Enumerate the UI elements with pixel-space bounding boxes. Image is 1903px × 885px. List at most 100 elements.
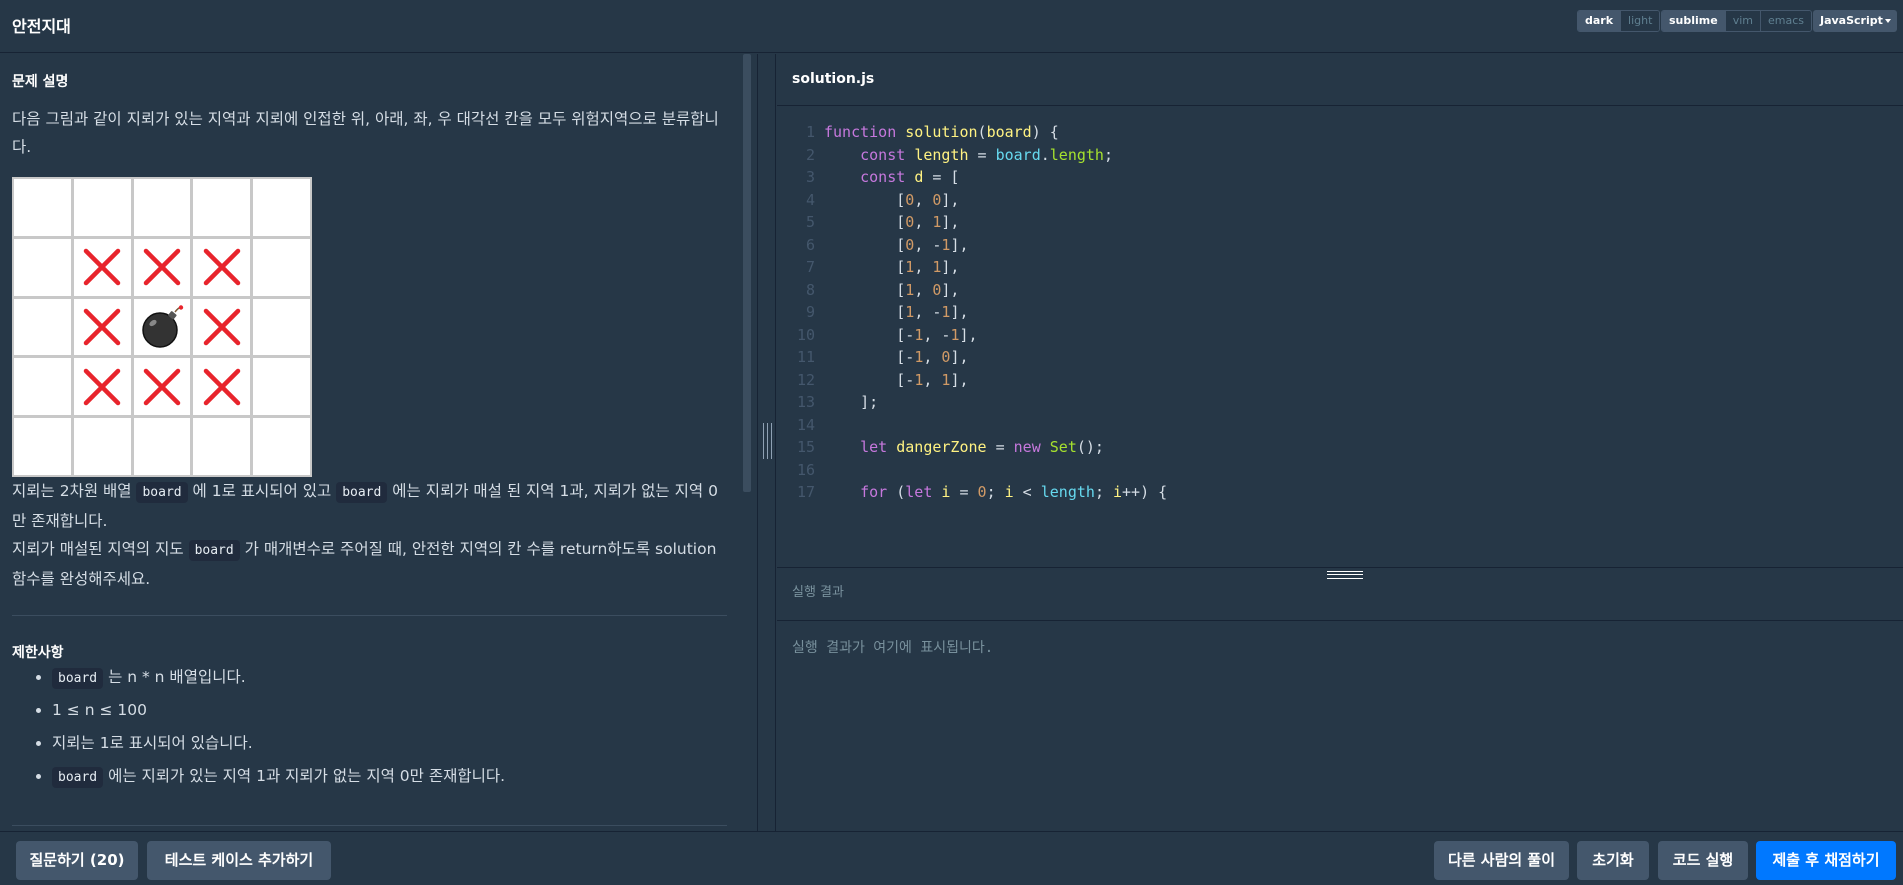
file-tab[interactable]: solution.js xyxy=(792,71,874,87)
keymap-toggle[interactable]: sublime vim emacs xyxy=(1661,10,1813,32)
theme-option-light[interactable]: light xyxy=(1620,11,1660,31)
line-number: 1 xyxy=(805,123,815,141)
grid-cell xyxy=(253,298,310,356)
code-token: ], xyxy=(959,325,978,344)
code-token: = xyxy=(968,145,996,164)
code-token: = xyxy=(986,438,1014,456)
line-number: 5 xyxy=(805,213,815,231)
desc2-part-a: 지뢰가 매설된 지역의 지도 xyxy=(12,540,189,558)
code-token: [ xyxy=(824,280,906,299)
code-token: function xyxy=(824,123,906,141)
grid-cell xyxy=(193,238,251,296)
code-token: , xyxy=(914,213,933,231)
line-number: 13 xyxy=(796,393,815,411)
code-token: , xyxy=(923,348,942,366)
code-token: ) { xyxy=(1031,123,1059,141)
code-token: board xyxy=(995,145,1041,164)
code-token: [ xyxy=(824,235,906,254)
theme-option-dark[interactable]: dark xyxy=(1578,11,1621,31)
others-solutions-button[interactable]: 다른 사람의 풀이 xyxy=(1434,841,1569,880)
grid-cell xyxy=(133,238,191,296)
add-testcase-button[interactable]: 테스트 케이스 추가하기 xyxy=(147,841,331,880)
grid-cell xyxy=(14,418,71,475)
line-number: 7 xyxy=(805,258,815,276)
problem-panel[interactable]: 문제 설명 다음 그림과 같이 지뢰가 있는 지역과 지뢰에 인접한 위, 아래… xyxy=(0,54,757,831)
code-token: [ xyxy=(824,213,906,231)
code-token: i xyxy=(1004,483,1014,501)
grid-cell xyxy=(73,238,131,296)
desc1-part-a: 지뢰는 2차원 배열 xyxy=(12,482,137,500)
code-line: 12 [-1, 1], xyxy=(777,369,969,391)
grid-cell xyxy=(193,418,251,475)
reset-button[interactable]: 초기화 xyxy=(1577,841,1649,880)
grid-cell xyxy=(14,298,71,356)
bomb-icon xyxy=(142,305,184,348)
language-label: JavaScript xyxy=(1820,14,1883,27)
line-number: 3 xyxy=(805,168,815,186)
inline-code-board: board xyxy=(52,767,104,788)
code-token: 0 xyxy=(905,213,915,231)
theme-toggle[interactable]: dark light xyxy=(1577,10,1661,32)
desc2-wrap: 함수를 완성해주세요. xyxy=(12,570,151,588)
danger-x-icon xyxy=(203,308,241,346)
run-code-button[interactable]: 코드 실행 xyxy=(1658,841,1748,880)
code-line: 13 ]; xyxy=(777,391,878,413)
grid-cell xyxy=(133,298,191,356)
line-number: 9 xyxy=(805,303,815,321)
action-footer: 질문하기 (20) 테스트 케이스 추가하기 다른 사람의 풀이 초기화 코드 … xyxy=(0,831,1903,885)
constraint-text: 지뢰는 1로 표시되어 있습니다. xyxy=(52,734,253,752)
inline-code-board: board xyxy=(136,482,188,503)
code-line: 5 [0, 1], xyxy=(777,211,960,233)
danger-x-icon xyxy=(143,248,181,286)
code-token: , - xyxy=(914,303,942,321)
drag-handle-icon[interactable] xyxy=(1327,571,1363,579)
line-number: 15 xyxy=(796,438,815,456)
ask-question-button[interactable]: 질문하기 (20) xyxy=(16,841,138,880)
code-token: ], xyxy=(941,213,960,231)
code-line: 16 xyxy=(777,459,824,481)
code-token: ++) { xyxy=(1122,483,1168,501)
constraint-item: 지뢰는 1로 표시되어 있습니다. xyxy=(30,731,505,764)
problem-title: 안전지대 xyxy=(12,17,71,36)
intro-line: 다음 그림과 같이 지뢰가 있는 지역과 지뢰에 인접한 위, 아래, 좌, 우… xyxy=(12,110,719,128)
keymap-option-sublime[interactable]: sublime xyxy=(1662,11,1725,31)
code-token: 1 xyxy=(914,348,924,366)
code-token: ; xyxy=(1094,483,1113,501)
scrollbar-thumb[interactable] xyxy=(743,54,751,492)
grid-cell xyxy=(193,298,251,356)
line-number: 16 xyxy=(796,460,815,479)
panel-resizer[interactable] xyxy=(757,54,776,831)
code-token: = [ xyxy=(923,168,960,186)
keymap-option-emacs[interactable]: emacs xyxy=(1760,11,1812,31)
inline-code-board: board xyxy=(336,482,388,503)
drag-handle-icon[interactable] xyxy=(763,423,772,459)
line-number: 8 xyxy=(805,280,815,299)
constraint-item: board 는 n * n 배열입니다. xyxy=(30,665,505,698)
code-line: 9 [1, -1], xyxy=(777,301,969,323)
line-number: 17 xyxy=(796,483,815,501)
constraints-list: board 는 n * n 배열입니다. 1 ≤ n ≤ 100 지뢰는 1로 표시… xyxy=(30,665,505,797)
code-token: [- xyxy=(824,370,915,389)
section-divider xyxy=(12,825,727,826)
line-number: 12 xyxy=(796,370,815,389)
code-token: , xyxy=(914,280,933,299)
code-token: ( xyxy=(977,123,987,141)
code-editor[interactable]: 1 function solution(board) {2 const lengt… xyxy=(777,107,1903,566)
keymap-option-vim[interactable]: vim xyxy=(1724,11,1760,31)
code-token: const xyxy=(860,145,915,164)
code-token: < xyxy=(1013,483,1041,501)
result-header: 실행 결과 xyxy=(777,581,1903,621)
language-select[interactable]: JavaScript xyxy=(1813,10,1897,32)
result-resizer[interactable] xyxy=(777,567,1903,581)
grid-cell xyxy=(14,179,71,236)
submit-button[interactable]: 제출 후 채점하기 xyxy=(1756,841,1896,880)
grid-cell xyxy=(193,179,251,236)
description-text-1: 지뢰는 2차원 배열 board 에 1로 표시되어 있고 board 에는 지… xyxy=(12,477,732,593)
code-token: const xyxy=(860,168,915,186)
code-token: ], xyxy=(950,303,969,321)
code-token: 0 xyxy=(905,190,915,209)
code-token: , xyxy=(923,370,942,389)
section-title-constraints: 제한사항 xyxy=(12,645,64,661)
